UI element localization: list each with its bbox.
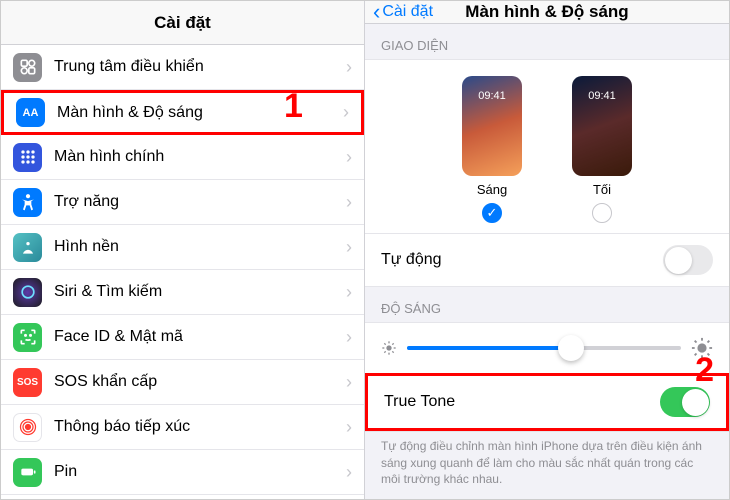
brightness-slider-row xyxy=(365,323,729,373)
left-header: Cài đặt xyxy=(1,1,364,45)
callout-1: 1 xyxy=(284,87,303,126)
row-home-screen[interactable]: Màn hình chính › xyxy=(1,135,364,180)
row-label: Siri & Tìm kiếm xyxy=(54,283,346,301)
row-label: Trung tâm điều khiển xyxy=(54,58,346,76)
right-title: Màn hình & Độ sáng xyxy=(465,2,628,22)
callout-2: 2 xyxy=(695,351,714,390)
display-icon: AA xyxy=(16,98,45,127)
row-battery[interactable]: Pin › xyxy=(1,450,364,495)
row-emergency-sos[interactable]: SOS SOS khẩn cấp › xyxy=(1,360,364,405)
row-label: Hình nền xyxy=(54,238,346,256)
dark-preview: 09:41 xyxy=(572,76,632,176)
truetone-cell: True Tone xyxy=(365,373,729,431)
row-label: SOS khẩn cấp xyxy=(54,373,346,391)
brightness-header: ĐỘ SÁNG xyxy=(365,287,729,322)
automatic-label: Tự động xyxy=(381,251,442,269)
row-faceid-passcode[interactable]: Face ID & Mật mã › xyxy=(1,315,364,360)
row-control-center[interactable]: Trung tâm điều khiển › xyxy=(1,45,364,90)
row-accessibility[interactable]: Trợ năng › xyxy=(1,180,364,225)
right-header: ‹ Cài đặt Màn hình & Độ sáng xyxy=(365,1,729,24)
back-button[interactable]: ‹ Cài đặt xyxy=(373,1,433,23)
slider-thumb[interactable] xyxy=(558,335,584,361)
chevron-right-icon: › xyxy=(346,417,352,438)
chevron-left-icon: ‹ xyxy=(373,1,380,23)
automatic-cell: Tự động xyxy=(365,233,729,286)
row-label: Thông báo tiếp xúc xyxy=(54,418,346,436)
chevron-right-icon: › xyxy=(346,237,352,258)
row-label: Pin xyxy=(54,463,346,481)
row-label: Trợ năng xyxy=(54,193,346,211)
row-label: Màn hình chính xyxy=(54,148,346,166)
wallpaper-icon xyxy=(13,233,42,262)
chevron-right-icon: › xyxy=(346,147,352,168)
appearance-light-option[interactable]: 09:41 Sáng ✓ xyxy=(462,76,522,223)
light-radio[interactable]: ✓ xyxy=(482,203,502,223)
appearance-dark-option[interactable]: 09:41 Tối xyxy=(572,76,632,223)
row-wallpaper[interactable]: Hình nền › xyxy=(1,225,364,270)
settings-master: Cài đặt Trung tâm điều khiển › AA Màn hì… xyxy=(1,1,365,499)
row-exposure-notifications[interactable]: Thông báo tiếp xúc › xyxy=(1,405,364,450)
back-label: Cài đặt xyxy=(382,3,433,21)
chevron-right-icon: › xyxy=(346,372,352,393)
light-preview: 09:41 xyxy=(462,76,522,176)
row-privacy[interactable]: Quyền riêng tư › xyxy=(1,495,364,499)
truetone-description: Tự động điều chỉnh màn hình iPhone dựa t… xyxy=(365,432,729,499)
chevron-right-icon: › xyxy=(346,57,352,78)
settings-detail: ‹ Cài đặt Màn hình & Độ sáng GIAO DIỆN 0… xyxy=(365,1,729,499)
automatic-switch[interactable] xyxy=(663,245,713,275)
chevron-right-icon: › xyxy=(346,282,352,303)
chevron-right-icon: › xyxy=(346,192,352,213)
left-title: Cài đặt xyxy=(154,13,211,33)
truetone-label: True Tone xyxy=(384,393,455,411)
dark-radio[interactable] xyxy=(592,203,612,223)
accessibility-icon xyxy=(13,188,42,217)
row-display-brightness[interactable]: AA Màn hình & Độ sáng › xyxy=(1,90,364,135)
brightness-slider[interactable] xyxy=(407,346,681,350)
faceid-icon xyxy=(13,323,42,352)
preview-time: 09:41 xyxy=(462,90,522,102)
settings-list: Trung tâm điều khiển › AA Màn hình & Độ … xyxy=(1,45,364,499)
chevron-right-icon: › xyxy=(346,462,352,483)
light-label: Sáng xyxy=(477,182,507,197)
chevron-right-icon: › xyxy=(343,102,349,123)
dark-label: Tối xyxy=(593,182,611,197)
preview-time: 09:41 xyxy=(572,90,632,102)
brightness-group: True Tone xyxy=(365,322,729,432)
sos-icon: SOS xyxy=(13,368,42,397)
appearance-group: 09:41 Sáng ✓ 09:41 Tối Tự động xyxy=(365,59,729,287)
homescreen-icon xyxy=(13,143,42,172)
exposure-icon xyxy=(13,413,42,442)
appearance-row: 09:41 Sáng ✓ 09:41 Tối xyxy=(365,60,729,233)
appearance-header: GIAO DIỆN xyxy=(365,24,729,59)
battery-icon xyxy=(13,458,42,487)
sun-small-icon xyxy=(381,340,397,356)
controlcenter-icon xyxy=(13,53,42,82)
truetone-switch[interactable] xyxy=(660,387,710,417)
row-siri-search[interactable]: Siri & Tìm kiếm › xyxy=(1,270,364,315)
chevron-right-icon: › xyxy=(346,327,352,348)
siri-icon xyxy=(13,278,42,307)
row-label: Face ID & Mật mã xyxy=(54,328,346,346)
